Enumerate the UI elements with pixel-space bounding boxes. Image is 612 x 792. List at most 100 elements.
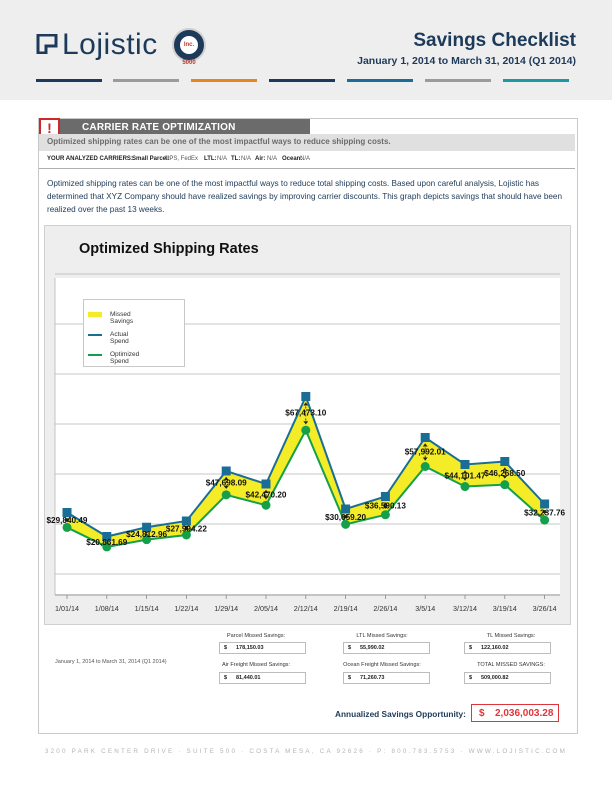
summary-label: Ocean Freight Missed Savings:	[343, 662, 421, 668]
section-title: CARRIER RATE OPTIMIZATION	[82, 122, 236, 133]
actual-spend-point	[380, 492, 390, 501]
currency-symbol: $	[348, 645, 352, 651]
carrier-value: N/A	[267, 156, 278, 162]
currency-symbol: $	[224, 675, 228, 681]
summary-amount: 509,000.82	[481, 675, 509, 681]
inc5000-seal: Inc. 5000	[172, 28, 206, 66]
header-stripe	[347, 79, 413, 82]
summary-value-box: $ 509,000.82	[464, 672, 551, 684]
section-tagline: Optimized shipping rates can be one of t…	[47, 137, 391, 146]
summary-label: TL Missed Savings:	[486, 633, 536, 639]
page-title: Savings Checklist	[413, 30, 576, 51]
x-tick-label: 1/01/14	[55, 604, 79, 613]
carrier-label: LTL:	[204, 156, 217, 162]
header-stripe	[113, 79, 179, 82]
legend-swatch-optimized	[88, 354, 102, 356]
optimized-spend-point	[420, 461, 430, 471]
missed-savings-label: $27,994.22	[166, 524, 207, 533]
chart-panel: Optimized Shipping Rates $29,840.49 $20,8…	[44, 225, 571, 625]
page-footer: 3200 PARK CENTER DRIVE · SUITE 500 · COS…	[44, 748, 568, 755]
summary-value-box: $ 122,160.02	[464, 642, 551, 654]
x-tick-label: 2/12/14	[294, 604, 318, 613]
actual-spend-point	[261, 479, 271, 489]
currency-symbol: $	[348, 675, 352, 681]
missed-savings-label: $47,698.09	[206, 479, 247, 488]
currency-symbol: $	[479, 708, 485, 719]
carrier-label: TL:	[231, 156, 241, 162]
legend-swatch-missed	[88, 312, 102, 317]
carrier-value: N/A	[241, 156, 252, 162]
x-tick-label: 1/15/14	[135, 604, 159, 613]
optimized-spend-point	[380, 510, 390, 520]
x-tick-label: 3/26/14	[533, 604, 557, 613]
currency-symbol: $	[224, 645, 228, 651]
carrier-value: N/A	[300, 156, 311, 162]
annualized-label: Annualized Savings Opportunity:	[335, 709, 466, 719]
logo-icon	[36, 33, 58, 55]
shipping-rates-chart: $29,840.49 $20,861.69$24,812.96$27,994.22…	[47, 273, 566, 613]
legend-label: Optimized Spend	[110, 351, 140, 365]
page-subtitle: January 1, 2014 to March 31, 2014 (Q1 20…	[357, 55, 576, 67]
legend-label: Actual Spend	[110, 331, 129, 345]
description-paragraph: Optimized shipping rates can be one of t…	[47, 179, 563, 214]
optimized-spend-point	[261, 500, 271, 510]
x-tick-label: 1/29/14	[214, 604, 238, 613]
summary-amount: 178,150.03	[236, 645, 264, 651]
header-stripe	[269, 79, 335, 82]
header-stripe	[503, 79, 569, 82]
x-tick-label: 2/19/14	[334, 604, 358, 613]
period-note: January 1, 2014 to March 31, 2014 (Q1 20…	[55, 659, 167, 665]
summary-label: Parcel Missed Savings:	[226, 633, 286, 639]
missed-savings-label: $46,268.50	[484, 469, 525, 478]
x-tick-label: 3/5/14	[415, 604, 435, 613]
carrier-rate-card: ! CARRIER RATE OPTIMIZATION Optimized sh…	[38, 118, 578, 734]
page-header: Lojistic Inc. 5000 Savings Checklist Jan…	[0, 0, 612, 100]
currency-symbol: $	[469, 645, 473, 651]
missed-savings-label: $44,101.47	[445, 471, 486, 480]
missed-savings-label: $42,470.20	[246, 491, 287, 500]
optimized-spend-point	[221, 490, 231, 500]
lojistic-logo-mark	[36, 33, 58, 59]
summary-value-box: $ 81,440.01	[219, 672, 306, 684]
x-tick-label: 1/22/14	[174, 604, 198, 613]
summary-label: TOTAL MISSED SAVINGS:	[477, 662, 545, 668]
carriers-heading: YOUR ANALYZED CARRIERS:	[47, 156, 133, 162]
brand-name: Lojistic	[62, 28, 158, 61]
x-tick-label: 2/05/14	[254, 604, 278, 613]
x-tick-label: 3/19/14	[493, 604, 517, 613]
carrier-value: UPS, FedEx	[165, 156, 199, 162]
optimized-spend-point	[460, 482, 470, 492]
missed-savings-label: $32,237.76	[524, 508, 565, 517]
header-stripe	[36, 79, 102, 82]
actual-spend-point	[460, 460, 470, 469]
tagline-strip: Optimized shipping rates can be one of t…	[39, 134, 575, 151]
annualized-amount: 2,036,003.28	[495, 708, 554, 719]
currency-symbol: $	[469, 675, 473, 681]
missed-savings-label: $57,992.01	[405, 448, 446, 457]
header-stripe	[425, 79, 491, 82]
actual-spend-point	[500, 457, 510, 466]
legend-swatch-actual	[88, 334, 102, 336]
optimized-spend-point	[500, 480, 510, 490]
summary-value-box: $ 178,150.03	[219, 642, 306, 654]
missed-savings-label: $29,840.49	[47, 516, 88, 525]
x-tick-label: 3/12/14	[453, 604, 477, 613]
optimized-spend-point	[301, 425, 311, 435]
summary-label: LTL Missed Savings:	[356, 633, 408, 639]
x-tick-label: 2/26/14	[373, 604, 397, 613]
summary-amount: 122,160.02	[481, 645, 509, 651]
carrier-value: N/A	[217, 156, 228, 162]
missed-savings-label: $67,473.10	[285, 409, 326, 418]
summary-amount: 55,990.02	[360, 645, 385, 651]
actual-spend-point	[420, 433, 430, 442]
analyzed-carriers-row: YOUR ANALYZED CARRIERS: Small Parcel: UP…	[39, 151, 575, 169]
missed-savings-label: $30,659.20	[325, 513, 366, 522]
actual-spend-point	[221, 466, 231, 476]
summary-value-box: $ 71,260.73	[343, 672, 430, 684]
chart-legend: Missed Savings Actual Spend Optimized Sp…	[83, 299, 185, 367]
summary-value-box: $ 55,990.02	[343, 642, 430, 654]
x-tick-label: 1/08/14	[95, 604, 119, 613]
summary-amount: 71,260.73	[360, 675, 385, 681]
carrier-label: Air:	[255, 156, 266, 162]
summary-amount: 81,440.01	[236, 675, 261, 681]
